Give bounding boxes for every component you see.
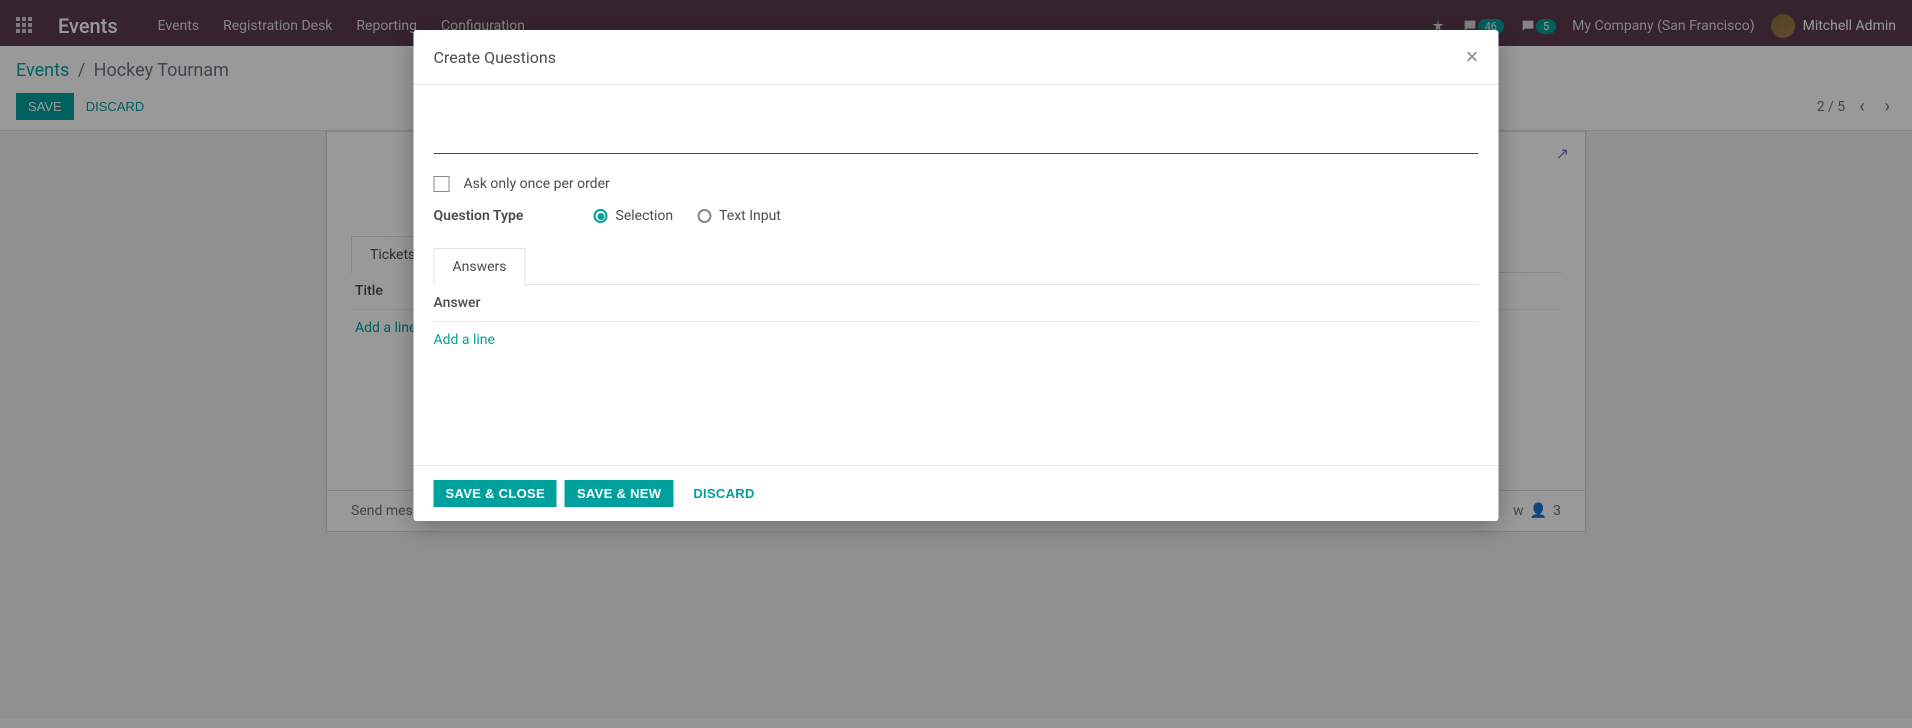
column-answer: Answer [434,285,1479,322]
radio-circle-icon [594,209,608,223]
close-icon[interactable]: × [1466,46,1479,68]
ask-once-checkbox[interactable] [434,176,450,192]
answers-add-line[interactable]: Add a line [434,322,1479,358]
radio-text-label: Text Input [719,208,781,224]
modal-discard-button[interactable]: DISCARD [681,480,766,507]
radio-selection-label: Selection [616,208,674,224]
modal-title: Create Questions [434,48,556,67]
radio-circle-icon [697,209,711,223]
question-type-label: Question Type [434,208,594,224]
save-new-button[interactable]: SAVE & NEW [565,480,673,507]
question-title-input[interactable] [434,105,1479,154]
radio-text-input[interactable]: Text Input [697,208,781,224]
create-questions-modal: Create Questions × Ask only once per ord… [414,30,1499,521]
modal-footer: SAVE & CLOSE SAVE & NEW DISCARD [414,465,1499,521]
tab-answers[interactable]: Answers [434,248,526,285]
modal-header: Create Questions × [414,30,1499,85]
ask-once-label: Ask only once per order [464,176,610,192]
radio-selection[interactable]: Selection [594,208,674,224]
save-close-button[interactable]: SAVE & CLOSE [434,480,557,507]
